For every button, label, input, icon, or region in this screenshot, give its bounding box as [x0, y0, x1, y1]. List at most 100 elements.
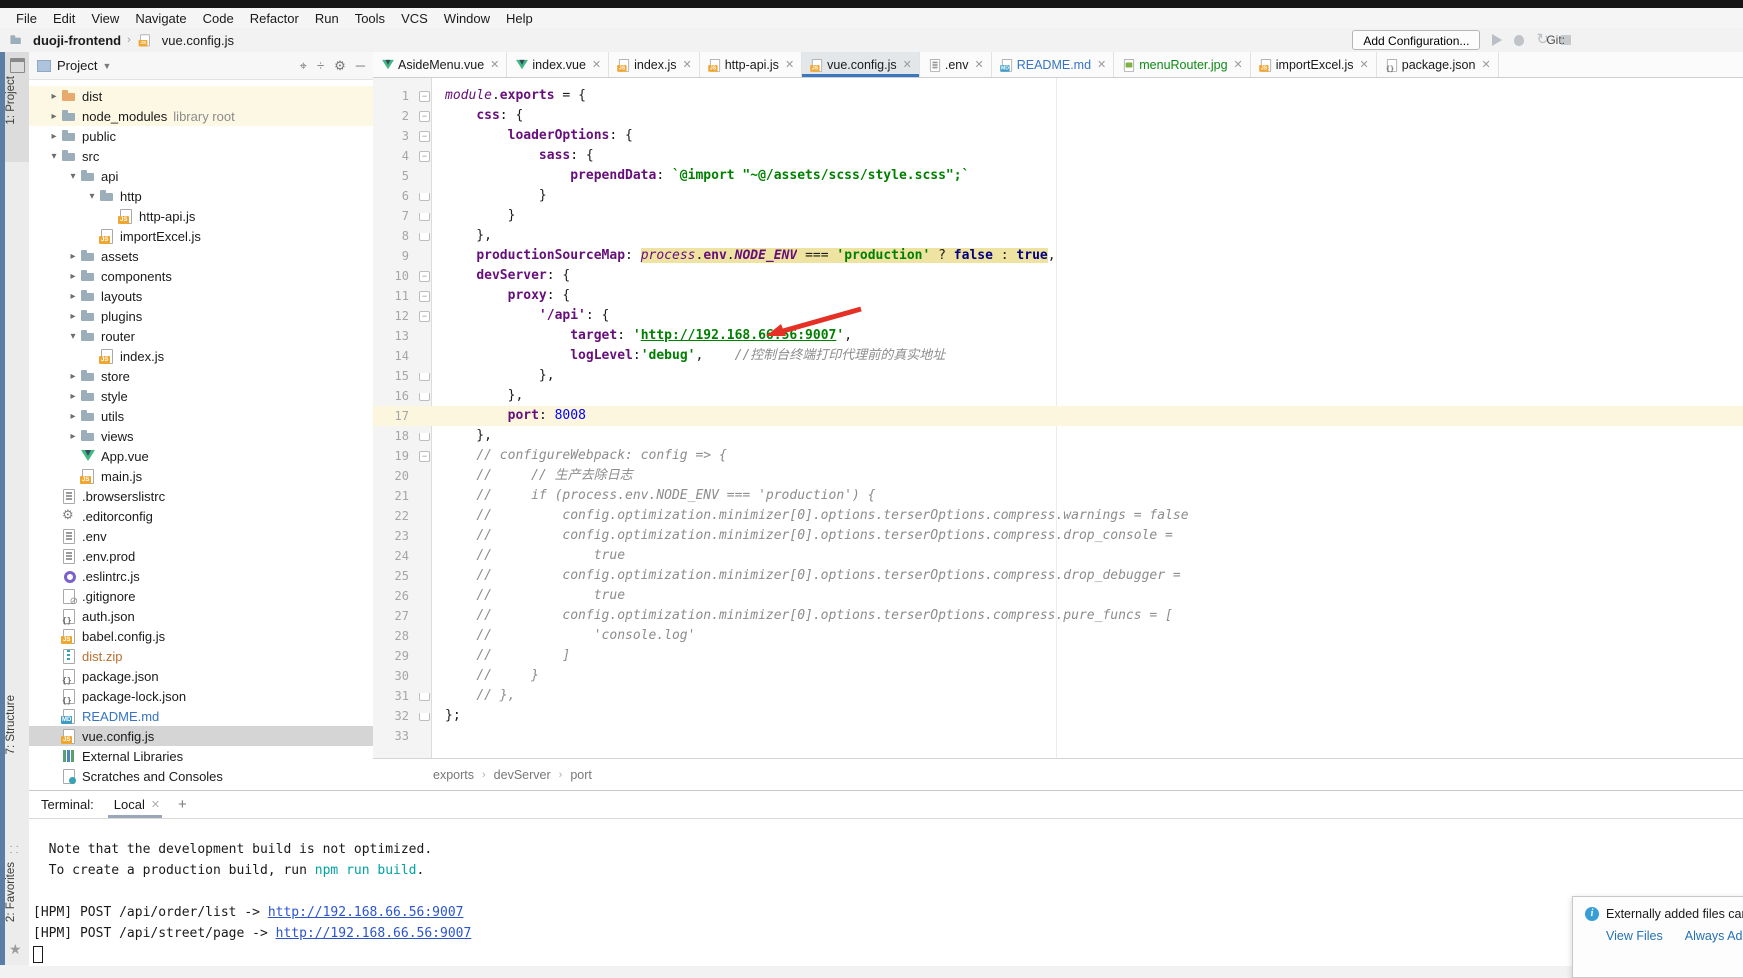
code-line-12[interactable]: 12 '/api': {	[373, 306, 1743, 326]
tree-expand-icon[interactable]: ▸	[66, 431, 80, 442]
code-text[interactable]: };	[433, 706, 461, 726]
close-icon[interactable]: ✕	[151, 798, 160, 811]
code-text[interactable]: // },	[433, 686, 515, 706]
code-line-27[interactable]: 27 // config.optimization.minimizer[0].o…	[373, 606, 1743, 626]
line-number[interactable]: 4	[373, 149, 417, 163]
tree-item-http[interactable]: ▾http	[29, 186, 373, 206]
line-number[interactable]: 28	[373, 629, 417, 643]
tab-package.json[interactable]: package.json✕	[1377, 52, 1499, 77]
breadcrumb-file[interactable]: vue.config.js	[162, 33, 234, 48]
tree-expand-icon[interactable]: ▸	[66, 411, 80, 422]
close-icon[interactable]: ✕	[1234, 58, 1243, 71]
tree-item-router[interactable]: ▾router	[29, 326, 373, 346]
fold-marker-icon[interactable]	[417, 386, 433, 406]
new-terminal-icon[interactable]: +	[178, 796, 187, 813]
code-line-11[interactable]: 11 proxy: {	[373, 286, 1743, 306]
fold-marker-icon[interactable]	[417, 686, 433, 706]
terminal-link[interactable]: http://192.168.66.56:9007	[276, 926, 472, 941]
tree-item-vue.config.js[interactable]: vue.config.js	[29, 726, 373, 746]
git-widget[interactable]: Git:	[1546, 33, 1565, 47]
tree-item-package-lock.json[interactable]: package-lock.json	[29, 686, 373, 706]
line-number[interactable]: 11	[373, 289, 417, 303]
tree-expand-icon[interactable]: ▸	[47, 131, 61, 142]
close-icon[interactable]: ✕	[903, 58, 912, 71]
tree-expand-icon[interactable]: ▸	[66, 371, 80, 382]
add-configuration-button[interactable]: Add Configuration...	[1352, 30, 1480, 50]
line-number[interactable]: 13	[373, 329, 417, 343]
tab-vue.config.js[interactable]: vue.config.js✕	[802, 52, 920, 77]
line-number[interactable]: 2	[373, 109, 417, 123]
close-icon[interactable]: ✕	[592, 58, 601, 71]
close-icon[interactable]: ✕	[683, 58, 692, 71]
tree-item-assets[interactable]: ▸assets	[29, 246, 373, 266]
code-line-16[interactable]: 16 },	[373, 386, 1743, 406]
close-icon[interactable]: ✕	[490, 58, 499, 71]
tree-item-.editorconfig[interactable]: .editorconfig	[29, 506, 373, 526]
tree-expand-icon[interactable]: ▸	[66, 291, 80, 302]
tree-item-README.md[interactable]: README.md	[29, 706, 373, 726]
tab-menuRouter.jpg[interactable]: menuRouter.jpg✕	[1114, 52, 1250, 77]
tab-.env[interactable]: .env✕	[920, 52, 992, 77]
fold-marker-icon[interactable]	[417, 286, 433, 306]
code-line-7[interactable]: 7 }	[373, 206, 1743, 226]
code-text[interactable]: // true	[433, 586, 625, 606]
line-number[interactable]: 5	[373, 169, 417, 183]
line-number[interactable]: 15	[373, 369, 417, 383]
code-text[interactable]: }	[433, 186, 547, 206]
menu-window[interactable]: Window	[436, 11, 498, 26]
code-line-24[interactable]: 24 // true	[373, 546, 1743, 566]
code-text[interactable]: // true	[433, 546, 625, 566]
tree-item-babel.config.js[interactable]: babel.config.js	[29, 626, 373, 646]
menu-help[interactable]: Help	[498, 11, 541, 26]
terminal-link[interactable]: http://192.168.66.56:9007	[268, 905, 464, 920]
tree-item-src[interactable]: ▾src	[29, 146, 373, 166]
menu-run[interactable]: Run	[307, 11, 347, 26]
line-number[interactable]: 16	[373, 389, 417, 403]
view-files-link[interactable]: View Files	[1606, 929, 1663, 943]
collapse-all-icon[interactable]: ÷	[317, 58, 324, 74]
line-number[interactable]: 22	[373, 509, 417, 523]
code-line-19[interactable]: 19 // configureWebpack: config => {	[373, 446, 1743, 466]
code-text[interactable]: // }	[433, 666, 539, 686]
line-number[interactable]: 23	[373, 529, 417, 543]
menu-refactor[interactable]: Refactor	[242, 11, 307, 26]
fold-marker-icon[interactable]	[417, 366, 433, 386]
tree-item-External Libraries[interactable]: External Libraries	[29, 746, 373, 766]
tree-expand-icon[interactable]: ▸	[66, 251, 80, 262]
build-grid-icon[interactable]: ⸬	[10, 845, 22, 857]
code-text[interactable]: proxy: {	[433, 286, 570, 306]
code-line-5[interactable]: 5 prependData: `@import "~@/assets/scss/…	[373, 166, 1743, 186]
debug-icon[interactable]	[1514, 35, 1524, 46]
menu-file[interactable]: File	[8, 11, 45, 26]
tree-item-.eslintrc.js[interactable]: .eslintrc.js	[29, 566, 373, 586]
code-line-15[interactable]: 15 },	[373, 366, 1743, 386]
code-line-33[interactable]: 33	[373, 726, 1743, 746]
locate-file-icon[interactable]: ⌖	[300, 58, 307, 74]
code-line-21[interactable]: 21 // if (process.env.NODE_ENV === 'prod…	[373, 486, 1743, 506]
terminal-tab-local[interactable]: Local ✕	[108, 791, 162, 818]
code-line-30[interactable]: 30 // }	[373, 666, 1743, 686]
code-text[interactable]: // 'console.log'	[433, 626, 695, 646]
fold-marker-icon[interactable]	[417, 186, 433, 206]
code-line-20[interactable]: 20 // // 生产去除日志	[373, 466, 1743, 486]
code-text[interactable]: // configureWebpack: config => {	[433, 446, 727, 466]
breadcrumb-exports[interactable]: exports	[433, 768, 474, 782]
tree-item-dist[interactable]: ▸dist	[29, 86, 373, 106]
tab-AsideMenu.vue[interactable]: AsideMenu.vue✕	[373, 52, 507, 77]
tree-item-importExcel.js[interactable]: importExcel.js	[29, 226, 373, 246]
code-text[interactable]: // config.optimization.minimizer[0].opti…	[433, 566, 1181, 586]
line-number[interactable]: 7	[373, 209, 417, 223]
stripe-favorites-label[interactable]: 2: Favorites	[5, 862, 27, 922]
code-text[interactable]: module.exports = {	[433, 86, 586, 106]
line-number[interactable]: 30	[373, 669, 417, 683]
tab-index.vue[interactable]: index.vue✕	[507, 52, 609, 77]
fold-marker-icon[interactable]	[417, 706, 433, 726]
line-number[interactable]: 19	[373, 449, 417, 463]
tree-expand-icon[interactable]: ▸	[47, 111, 61, 122]
line-number[interactable]: 27	[373, 609, 417, 623]
code-line-3[interactable]: 3 loaderOptions: {	[373, 126, 1743, 146]
chevron-down-icon[interactable]: ▼	[102, 61, 111, 71]
tree-item-index.js[interactable]: index.js	[29, 346, 373, 366]
line-number[interactable]: 6	[373, 189, 417, 203]
code-text[interactable]: sass: {	[433, 146, 594, 166]
